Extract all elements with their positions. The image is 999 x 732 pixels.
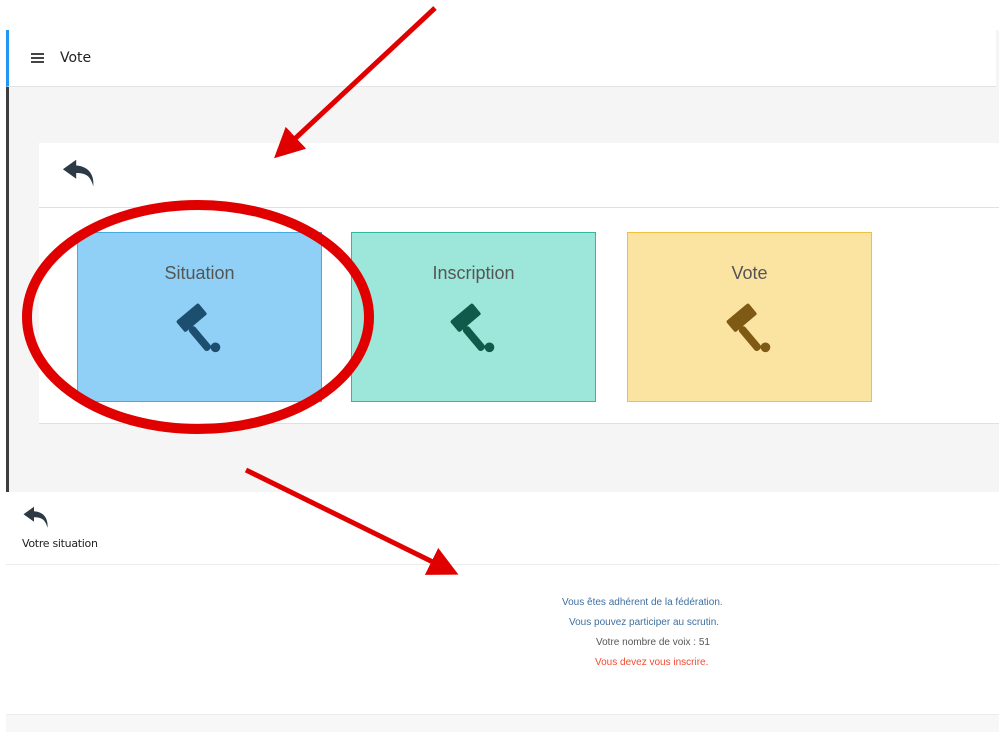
tile-vote[interactable]: Vote (627, 232, 872, 402)
membership-status-text: Vous êtes adhérent de la fédération. (562, 597, 723, 608)
vote-count-text: Votre nombre de voix : 51 (596, 637, 710, 648)
participation-status-text: Vous pouvez participer au scrutin. (569, 617, 720, 628)
back-arrow-icon[interactable] (22, 505, 52, 531)
hamburger-menu-icon[interactable] (31, 53, 44, 63)
situation-screenshot: Votre situation Vous êtes adhérent de la… (6, 493, 999, 732)
gavel-icon (726, 303, 770, 353)
situation-header: Votre situation (6, 493, 999, 565)
tile-inscription[interactable]: Inscription (351, 232, 596, 402)
top-app-bar: Vote (6, 30, 996, 87)
panel-header (39, 143, 999, 208)
vote-panel: Situation Inscription Vote (39, 143, 999, 424)
tile-situation-label: Situation (164, 263, 235, 283)
page-title: Vote (60, 50, 92, 66)
footer-bar (6, 714, 999, 732)
situation-title: Votre situation (22, 537, 98, 550)
tile-inscription-label: Inscription (432, 263, 515, 283)
tile-vote-label: Vote (731, 263, 768, 283)
vote-app-screenshot: Vote Situation Inscription Vote (6, 30, 999, 492)
tiles-row: Situation Inscription Vote (39, 208, 999, 424)
back-arrow-icon[interactable] (61, 157, 99, 191)
gavel-icon (176, 303, 220, 353)
registration-warning-text: Vous devez vous inscrire. (595, 657, 709, 668)
gavel-icon (450, 303, 494, 353)
tile-situation[interactable]: Situation (77, 232, 322, 402)
situation-status: Vous êtes adhérent de la fédération. Vou… (6, 593, 999, 673)
